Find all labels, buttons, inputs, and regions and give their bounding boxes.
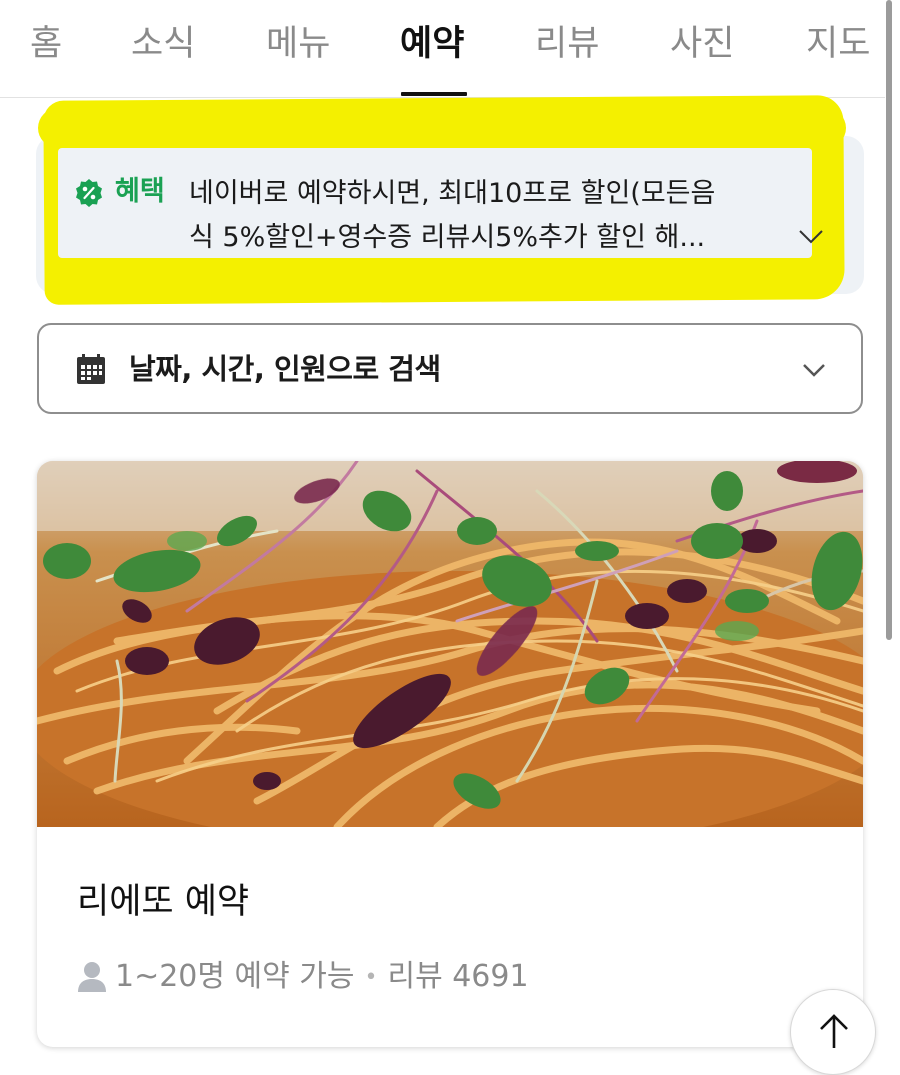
tab-reviews[interactable]: 리뷰	[535, 18, 599, 70]
yellow-highlight-stroke	[38, 108, 846, 148]
reservation-page: 홈 소식 메뉴 예약 리뷰 사진 지도 혜택 네이버로 예약하시면, 최대10프…	[0, 0, 900, 1075]
date-time-people-search[interactable]: 날짜, 시간, 인원으로 검색	[37, 323, 863, 414]
reservation-card[interactable]: 리에또 예약 1~20명 예약 가능 • 리뷰 4691	[37, 461, 863, 1047]
tab-news[interactable]: 소식	[131, 18, 195, 70]
active-tab-indicator	[401, 92, 467, 96]
tab-bar: 홈 소식 메뉴 예약 리뷰 사진 지도	[0, 0, 885, 98]
tab-reservation[interactable]: 예약	[400, 18, 464, 70]
review-count: 리뷰 4691	[387, 959, 529, 994]
person-icon	[78, 962, 106, 992]
scroll-to-top-button[interactable]	[790, 989, 876, 1075]
benefit-line-2: 식 5%할인+영수증 리뷰시5%추가 할인 해...	[189, 222, 706, 253]
tab-map[interactable]: 지도	[806, 18, 870, 70]
percent-badge-icon	[76, 179, 102, 207]
capacity-text: 1~20명 예약 가능	[115, 959, 355, 994]
search-label: 날짜, 시간, 인원으로 검색	[129, 352, 441, 386]
arrow-up-icon	[820, 1014, 848, 1048]
benefit-line-1: 네이버로 예약하시면, 최대10프로 할인(모든음	[189, 178, 716, 209]
benefit-description: 네이버로 예약하시면, 최대10프로 할인(모든음 식 5%할인+영수증 리뷰시…	[189, 172, 779, 260]
benefit-label: 혜택	[115, 176, 165, 207]
tab-photos[interactable]: 사진	[670, 18, 734, 70]
tab-home[interactable]: 홈	[30, 18, 62, 70]
scrollbar[interactable]	[886, 0, 892, 640]
separator-dot: •	[364, 964, 378, 990]
pasta-photo	[37, 461, 863, 827]
chevron-down-icon	[803, 364, 825, 377]
calendar-icon	[77, 354, 105, 384]
tab-menu[interactable]: 메뉴	[266, 18, 330, 70]
chevron-down-icon[interactable]	[797, 222, 825, 250]
card-title: 리에또 예약	[77, 882, 250, 922]
card-meta: 1~20명 예약 가능 • 리뷰 4691	[77, 957, 529, 997]
